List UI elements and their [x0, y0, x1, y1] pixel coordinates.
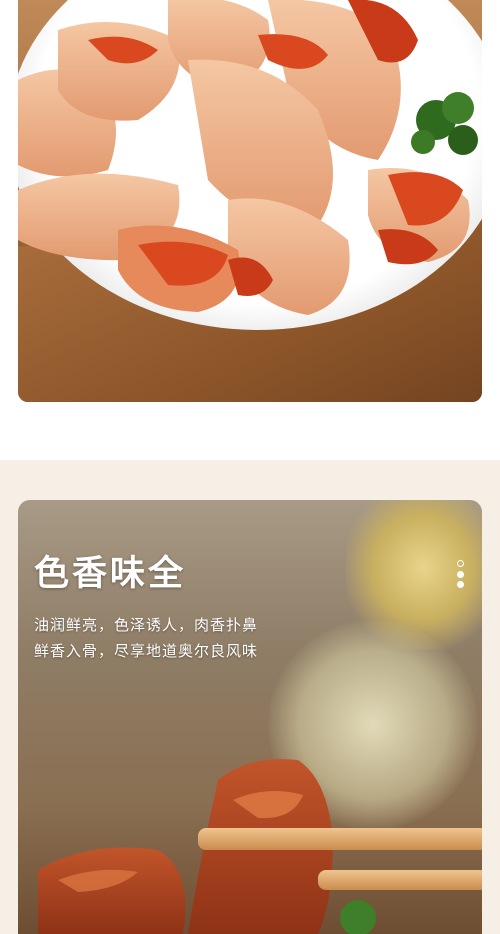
feature-heading: 色香味全 — [34, 554, 187, 594]
roasted-wing-chopsticks-photo — [38, 759, 482, 934]
parsley-garnish — [411, 92, 478, 155]
chopstick — [198, 828, 482, 850]
parsley-garnish — [340, 900, 376, 934]
carousel-dot — [457, 560, 464, 567]
carousel-dot — [457, 571, 464, 578]
feature-description-line1: 油润鲜亮，色泽诱人，肉香扑鼻 — [34, 616, 259, 634]
top-photo-panel — [0, 0, 500, 460]
carousel-dot — [457, 581, 464, 588]
marinated-wings-photo — [18, 0, 482, 402]
chicken-wings-pile — [18, 0, 478, 315]
feature-card: 色香味全 油润鲜亮，色泽诱人，肉香扑鼻 鲜香入骨，尽享地道奥尔良风味 — [18, 500, 482, 934]
feature-description-line2: 鲜香入骨，尽享地道奥尔良风味 — [34, 642, 259, 660]
wing — [18, 0, 470, 315]
carousel-dots — [456, 560, 466, 590]
chopstick — [318, 870, 482, 890]
